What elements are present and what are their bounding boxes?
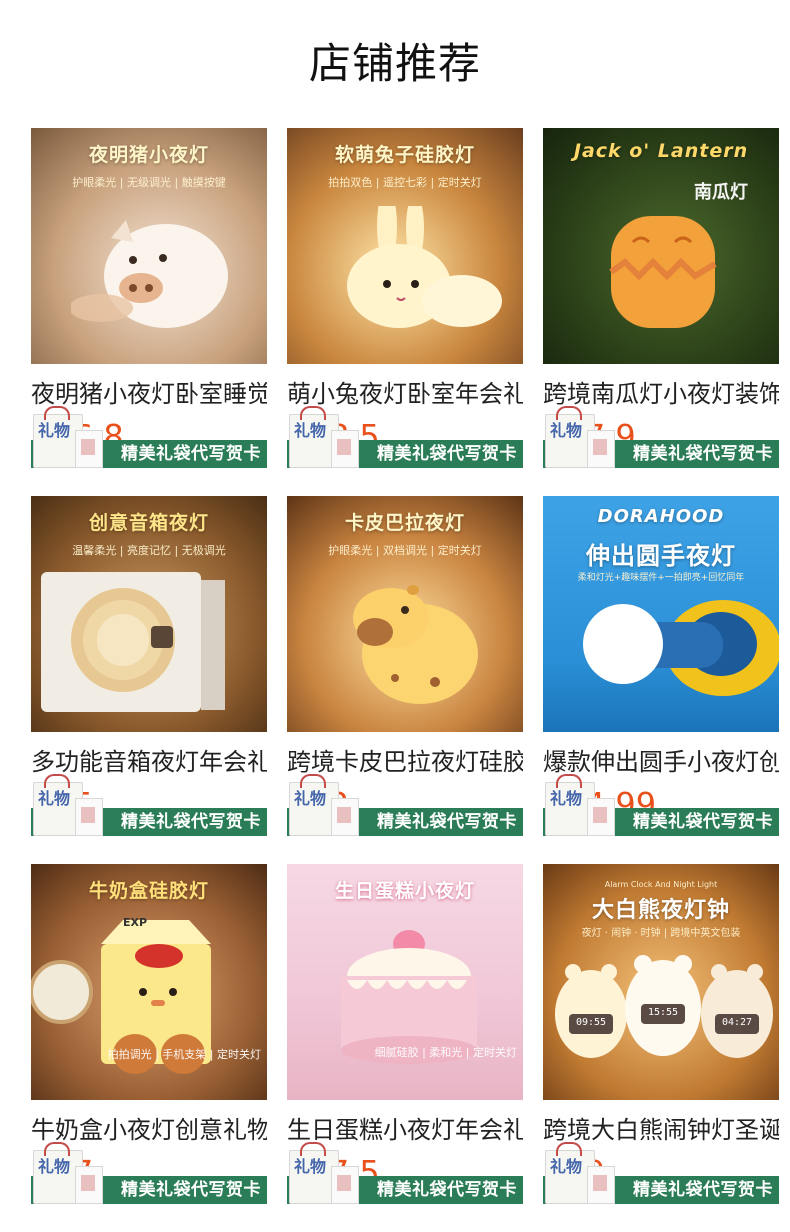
image-headline: 创意音箱夜灯 xyxy=(88,512,209,534)
clock-display: 15:55 xyxy=(647,1007,679,1018)
gift-bag-banner: 礼物 精美礼袋代写贺卡 xyxy=(543,406,779,468)
speaker-lamp-icon xyxy=(41,572,225,712)
gift-bag-banner: 礼物 精美礼袋代写贺卡 xyxy=(31,1142,267,1204)
image-tagline: 温馨柔光 | 亮度记忆 | 无极调光 xyxy=(72,544,226,557)
gift-card-icon xyxy=(75,798,103,836)
store-recommendations-page: 店铺推荐 夜明猪小夜灯 护眼柔光 | 无级调光 | 触摸按键 礼物 精美礼袋代写… xyxy=(0,0,790,1232)
image-headline: 伸出圆手夜灯 xyxy=(586,542,736,570)
banner-text: 精美礼袋代写贺卡 xyxy=(633,444,773,464)
gift-bag-banner: 礼物 精美礼袋代写贺卡 xyxy=(543,1142,779,1204)
gift-bag-banner: 礼物 精美礼袋代写贺卡 xyxy=(287,406,523,468)
product-image[interactable]: Alarm Clock And Night Light 大白熊夜灯钟 夜灯 · … xyxy=(543,864,779,1100)
clock-display: 09:55 xyxy=(575,1017,607,1028)
cake-lamp-icon xyxy=(341,930,477,1064)
gift-bag-mark: 礼物 xyxy=(294,1157,327,1176)
gift-card-icon xyxy=(331,430,359,468)
gift-card-icon xyxy=(331,1166,359,1204)
section-title: 店铺推荐 xyxy=(308,39,481,88)
gift-bag-banner: 礼物 精美礼袋代写贺卡 xyxy=(543,774,779,836)
capybara-lamp-icon xyxy=(353,585,478,704)
gift-card-icon xyxy=(331,798,359,836)
banner-text: 精美礼袋代写贺卡 xyxy=(121,812,261,832)
gift-bag-mark: 礼物 xyxy=(550,421,583,440)
product-name[interactable]: 牛奶盒小夜灯创意礼物 xyxy=(31,1112,267,1148)
brand-logo: DORAHOOD xyxy=(597,506,725,527)
product-image[interactable]: DORAHOOD 伸出圆手夜灯 柔和灯光+趣味摆件+一拍即亮+回忆同年 xyxy=(543,496,779,732)
product-card[interactable]: 牛奶盒硅胶灯 EXP 拍拍调光 | 手机支架 | 定时关灯 礼物 精美礼袋代写贺… xyxy=(31,864,267,1204)
clock-display: 04:27 xyxy=(721,1017,753,1028)
gift-bag-mark: 礼物 xyxy=(38,789,71,808)
box-label: EXP xyxy=(123,916,148,929)
product-image[interactable]: 软萌兔子硅胶灯 拍拍双色 | 遥控七彩 | 定时关灯 xyxy=(287,128,523,364)
product-card[interactable]: 生日蛋糕小夜灯 细腻硅胶 | 柔和光 | 定时关灯 礼物 精美礼袋代写贺卡 生日… xyxy=(287,864,523,1204)
product-card[interactable]: 夜明猪小夜灯 护眼柔光 | 无级调光 | 触摸按键 礼物 精美礼袋代写贺卡 夜明… xyxy=(31,128,267,468)
banner-text: 精美礼袋代写贺卡 xyxy=(377,444,517,464)
image-tagline: 柔和灯光+趣味摆件+一拍即亮+回忆同年 xyxy=(577,573,745,583)
product-image[interactable]: Jack o' Lantern 南瓜灯 xyxy=(543,128,779,364)
rabbit-lamp-icon xyxy=(347,206,502,328)
gift-card-icon xyxy=(75,1166,103,1204)
gift-card-icon xyxy=(587,798,615,836)
gift-bag-mark: 礼物 xyxy=(550,789,583,808)
image-headline: Jack o' Lantern xyxy=(573,140,749,162)
product-card[interactable]: 创意音箱夜灯 温馨柔光 | 亮度记忆 | 无极调光 礼物 精美礼袋代写贺卡 多功… xyxy=(31,496,267,836)
image-eyebrow: Alarm Clock And Night Light xyxy=(604,880,718,889)
gift-bag-banner: 礼物 精美礼袋代写贺卡 xyxy=(287,774,523,836)
product-name[interactable]: 爆款伸出圆手小夜灯创 xyxy=(543,744,779,780)
product-name[interactable]: 跨境卡皮巴拉夜灯硅胶 xyxy=(287,744,523,780)
product-name[interactable]: 夜明猪小夜灯卧室睡觉 xyxy=(31,376,267,412)
banner-text: 精美礼袋代写贺卡 xyxy=(633,812,773,832)
gift-card-icon xyxy=(587,1166,615,1204)
product-card[interactable]: 卡皮巴拉夜灯 护眼柔光 | 双档调光 | 定时关灯 礼物 精美礼袋代写贺卡 跨境… xyxy=(287,496,523,836)
product-name[interactable]: 跨境南瓜灯小夜灯装饰 xyxy=(543,376,779,412)
gift-bag-banner: 礼物 精美礼袋代写贺卡 xyxy=(287,1142,523,1204)
banner-text: 精美礼袋代写贺卡 xyxy=(121,444,261,464)
gift-bag-mark: 礼物 xyxy=(550,1157,583,1176)
image-headline: 夜明猪小夜灯 xyxy=(88,144,209,166)
product-name[interactable]: 生日蛋糕小夜灯年会礼 xyxy=(287,1112,523,1148)
image-tagline: 护眼柔光 | 双档调光 | 定时关灯 xyxy=(328,544,482,557)
banner-text: 精美礼袋代写贺卡 xyxy=(377,812,517,832)
image-tagline: 细腻硅胶 | 柔和光 | 定时关灯 xyxy=(374,1046,517,1059)
product-image[interactable]: 生日蛋糕小夜灯 细腻硅胶 | 柔和光 | 定时关灯 xyxy=(287,864,523,1100)
gift-card-icon xyxy=(75,430,103,468)
banner-text: 精美礼袋代写贺卡 xyxy=(377,1180,517,1200)
image-headline: 生日蛋糕小夜灯 xyxy=(334,880,475,902)
image-tagline: 护眼柔光 | 无级调光 | 触摸按键 xyxy=(72,176,226,189)
image-headline: 牛奶盒硅胶灯 xyxy=(88,880,209,902)
product-card[interactable]: Alarm Clock And Night Light 大白熊夜灯钟 夜灯 · … xyxy=(543,864,779,1204)
gift-bag-mark: 礼物 xyxy=(38,421,71,440)
image-headline: 卡皮巴拉夜灯 xyxy=(344,512,465,534)
hand-lamp-icon xyxy=(583,600,779,696)
gift-bag-mark: 礼物 xyxy=(294,789,327,808)
image-tagline: 夜灯 · 闹钟 · 时钟 | 跨境中英文包装 xyxy=(581,928,741,939)
product-image[interactable]: 牛奶盒硅胶灯 EXP 拍拍调光 | 手机支架 | 定时关灯 xyxy=(31,864,267,1100)
product-image[interactable]: 夜明猪小夜灯 护眼柔光 | 无级调光 | 触摸按键 xyxy=(31,128,267,364)
gift-bag-mark: 礼物 xyxy=(294,421,327,440)
gift-card-icon xyxy=(587,430,615,468)
image-headline: 软萌兔子硅胶灯 xyxy=(334,144,475,166)
product-card[interactable]: DORAHOOD 伸出圆手夜灯 柔和灯光+趣味摆件+一拍即亮+回忆同年 礼物 精… xyxy=(543,496,779,836)
image-tagline: 南瓜灯 xyxy=(694,182,748,203)
product-image[interactable]: 创意音箱夜灯 温馨柔光 | 亮度记忆 | 无极调光 xyxy=(31,496,267,732)
product-image[interactable]: 卡皮巴拉夜灯 护眼柔光 | 双档调光 | 定时关灯 xyxy=(287,496,523,732)
banner-text: 精美礼袋代写贺卡 xyxy=(633,1180,773,1200)
image-tagline: 拍拍双色 | 遥控七彩 | 定时关灯 xyxy=(328,176,482,189)
image-tagline: 拍拍调光 | 手机支架 | 定时关灯 xyxy=(107,1048,261,1061)
product-name[interactable]: 跨境大白熊闹钟灯圣诞 xyxy=(543,1112,779,1148)
product-name[interactable]: 多功能音箱夜灯年会礼 xyxy=(31,744,267,780)
pumpkin-lamp-icon xyxy=(609,216,717,328)
banner-text: 精美礼袋代写贺卡 xyxy=(121,1180,261,1200)
image-headline: 大白熊夜灯钟 xyxy=(591,898,730,923)
product-card[interactable]: Jack o' Lantern 南瓜灯 礼物 精美礼袋代写贺卡 跨境南瓜灯小夜灯… xyxy=(543,128,779,468)
gift-bag-banner: 礼物 精美礼袋代写贺卡 xyxy=(31,406,267,468)
product-name[interactable]: 萌小兔夜灯卧室年会礼 xyxy=(287,376,523,412)
pig-lamp-icon xyxy=(71,220,228,328)
product-card[interactable]: 软萌兔子硅胶灯 拍拍双色 | 遥控七彩 | 定时关灯 礼物 精美礼袋代写贺卡 萌… xyxy=(287,128,523,468)
gift-bag-mark: 礼物 xyxy=(38,1157,71,1176)
gift-bag-banner: 礼物 精美礼袋代写贺卡 xyxy=(31,774,267,836)
